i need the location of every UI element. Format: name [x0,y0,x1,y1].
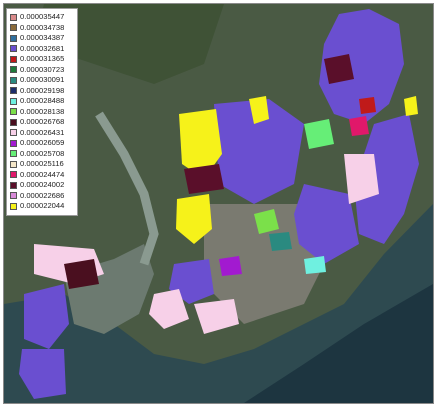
legend-item: 0.000024002 [10,180,75,191]
legend-swatch [10,55,17,63]
legend-swatch [10,97,17,105]
legend-item: 0.000025116 [10,159,75,170]
legend-item: 0.000029198 [10,86,75,97]
legend-swatch [10,13,17,21]
legend-label: 0.000025116 [20,159,64,169]
legend-item: 0.000022686 [10,191,75,202]
legend-label: 0.000032681 [20,43,65,53]
legend-item: 0.000030723 [10,65,75,76]
legend-label: 0.000022686 [20,190,65,200]
zone-cyan [304,256,326,274]
legend-label: 0.000026768 [20,117,65,127]
legend-swatch [10,34,17,42]
zone-red [359,97,376,114]
legend-swatch [10,139,17,147]
map-legend: 0.000035447 0.000034738 0.000034387 0.00003… [6,8,78,216]
legend-item: 0.000031365 [10,54,75,65]
legend-label: 0.000034738 [20,22,65,32]
legend-label: 0.000022044 [20,201,65,211]
legend-swatch [10,87,17,95]
legend-item: 0.000024474 [10,170,75,181]
legend-label: 0.000030091 [20,75,65,85]
legend-swatch [10,202,17,210]
legend-item: 0.000028138 [10,107,75,118]
legend-label: 0.000024474 [20,169,65,179]
legend-item: 0.000030091 [10,75,75,86]
legend-item: 0.000032681 [10,44,75,55]
zone-green-a [304,119,334,149]
legend-swatch [10,45,17,53]
legend-swatch [10,160,17,168]
legend-swatch [10,76,17,84]
legend-label: 0.000029198 [20,85,65,95]
legend-label: 0.000028138 [20,106,65,116]
legend-label: 0.000030723 [20,64,65,74]
legend-item: 0.000026059 [10,138,75,149]
legend-item: 0.000026431 [10,128,75,139]
legend-item: 0.000035447 [10,12,75,23]
legend-swatch [10,171,17,179]
legend-item: 0.000034387 [10,33,75,44]
legend-swatch [10,150,17,158]
legend-item: 0.000026768 [10,117,75,128]
legend-label: 0.000035447 [20,12,65,22]
legend-label: 0.000031365 [20,54,65,64]
legend-label: 0.000026431 [20,127,65,137]
legend-swatch [10,118,17,126]
legend-swatch [10,129,17,137]
legend-item: 0.000025708 [10,149,75,160]
legend-item: 0.000028488 [10,96,75,107]
zone-maroon-c [324,54,354,84]
zone-teal [269,232,292,251]
legend-swatch [10,108,17,116]
legend-swatch [10,66,17,74]
legend-item: 0.000022044 [10,201,75,212]
zone-dark-maroon-a [64,259,99,289]
legend-swatch [10,181,17,189]
map-frame: 0.000035447 0.000034738 0.000034387 0.00003… [3,3,434,404]
zone-dark-maroon-b [184,164,224,194]
legend-label: 0.000034387 [20,33,65,43]
zone-magenta [349,116,369,136]
legend-label: 0.000024002 [20,180,65,190]
legend-label: 0.000025708 [20,148,65,158]
legend-label: 0.000026059 [20,138,65,148]
legend-item: 0.000034738 [10,23,75,34]
legend-swatch [10,24,17,32]
legend-label: 0.000028488 [20,96,65,106]
zone-purple-violet [219,256,242,276]
zone-yellow-coast [404,96,418,116]
legend-swatch [10,192,17,200]
